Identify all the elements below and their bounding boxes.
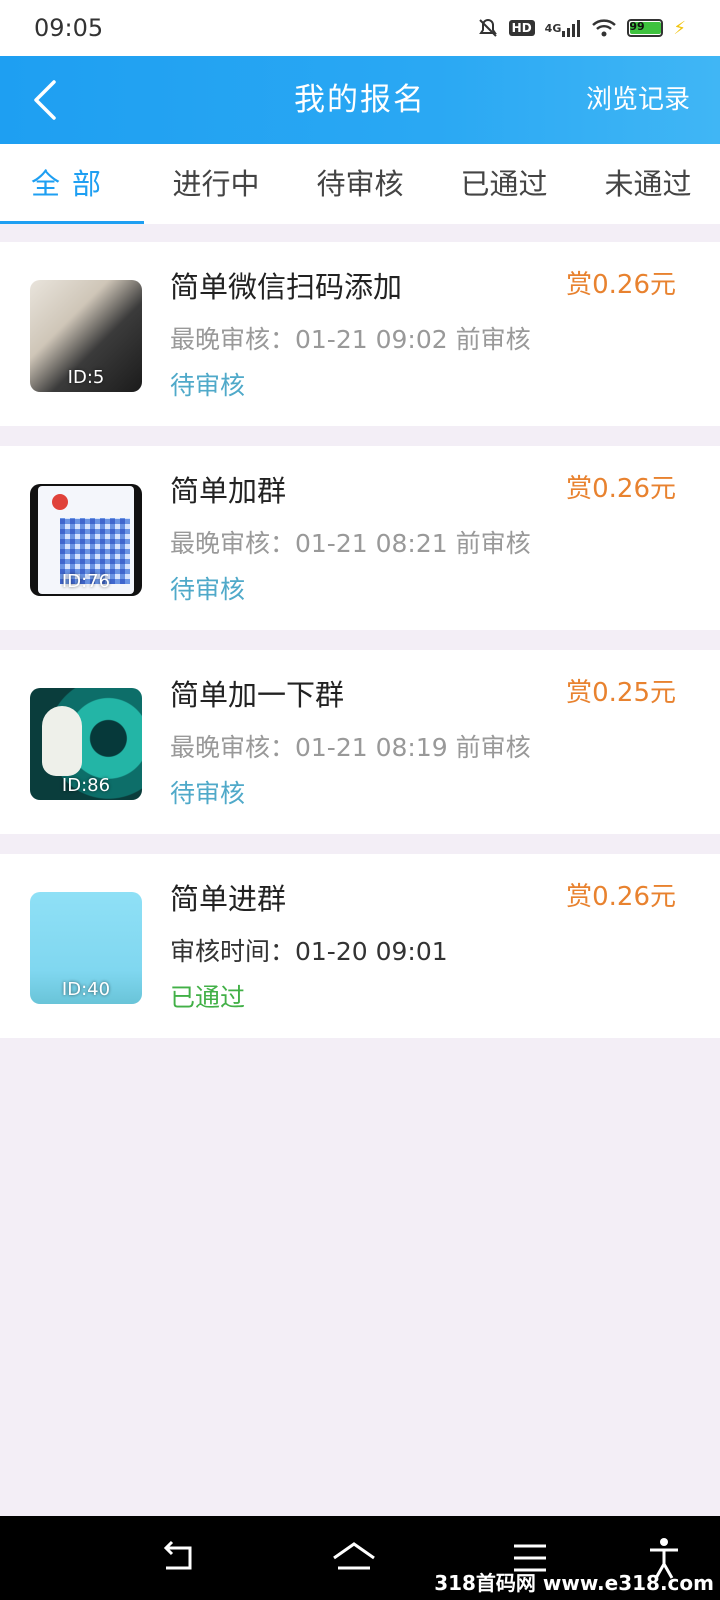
system-nav-bar: 318首码网 www.e318.com (0, 1516, 720, 1600)
task-status: 待审核 (170, 779, 246, 808)
browse-history-button[interactable]: 浏览记录 (586, 56, 690, 144)
status-bar: 09:05 HD 4G 99 ⚡ (0, 0, 720, 56)
task-name: 简单加群 (170, 474, 287, 508)
charging-icon: ⚡ (673, 17, 686, 39)
task-review-deadline: 最晚审核：01-21 08:19 前审核 (170, 733, 531, 762)
tab-rejected[interactable]: 未通过 (576, 144, 720, 224)
status-icons: HD 4G 99 ⚡ (477, 17, 686, 39)
task-name: 简单进群 (170, 882, 287, 916)
rabbit-figure (42, 706, 82, 776)
task-card[interactable]: ID:76 简单加群 赏0.26元 最晚审核：01-21 08:21 前审核 待… (0, 446, 720, 630)
task-id: ID:40 (61, 979, 111, 1000)
tab-all[interactable]: 全部 (0, 144, 144, 224)
task-name: 简单加一下群 (170, 678, 345, 712)
task-status: 待审核 (170, 371, 246, 400)
task-card[interactable]: ID:5 简单微信扫码添加 赏0.26元 最晚审核：01-21 09:02 前审… (0, 242, 720, 426)
task-id: ID:5 (67, 367, 105, 388)
task-review-deadline: 最晚审核：01-21 09:02 前审核 (170, 325, 531, 354)
task-thumbnail: ID:5 (30, 280, 142, 392)
status-time: 09:05 (34, 14, 104, 42)
task-status: 已通过 (170, 983, 246, 1012)
task-card[interactable]: ID:86 简单加一下群 赏0.25元 最晚审核：01-21 08:19 前审核… (0, 650, 720, 834)
app-bar: 我的报名 浏览记录 (0, 56, 720, 144)
task-status: 待审核 (170, 575, 246, 604)
task-reward: 赏0.25元 (566, 678, 676, 708)
tab-in-progress[interactable]: 进行中 (144, 144, 288, 224)
signal-icon: 4G (545, 19, 582, 37)
task-reward: 赏0.26元 (566, 882, 676, 912)
task-card[interactable]: ID:40 简单进群 赏0.26元 审核时间：01-20 09:01 已通过 (0, 854, 720, 1038)
task-id: ID:76 (61, 571, 111, 592)
avatar (52, 494, 68, 510)
task-thumbnail: ID:76 (30, 484, 142, 596)
filter-tabs: 全部 进行中 待审核 已通过 未通过 (0, 144, 720, 224)
mute-icon (477, 17, 499, 39)
task-thumbnail: ID:40 (30, 892, 142, 1004)
wifi-icon (591, 18, 617, 38)
tab-pending-review[interactable]: 待审核 (288, 144, 432, 224)
task-review-time: 审核时间：01-20 09:01 (170, 937, 448, 966)
hd-icon: HD (508, 20, 535, 36)
nav-back-button[interactable] (156, 1534, 204, 1582)
task-reward: 赏0.26元 (566, 270, 676, 300)
battery-icon: 99 (627, 19, 664, 37)
task-thumbnail: ID:86 (30, 688, 142, 800)
network-type: 4G (544, 21, 562, 35)
task-review-deadline: 最晚审核：01-21 08:21 前审核 (170, 529, 531, 558)
task-reward: 赏0.26元 (566, 474, 676, 504)
return-icon (163, 1540, 192, 1570)
task-list: ID:5 简单微信扫码添加 赏0.26元 最晚审核：01-21 09:02 前审… (0, 242, 720, 1058)
battery-level: 99 (629, 20, 645, 33)
task-id: ID:86 (61, 775, 111, 796)
tab-approved[interactable]: 已通过 (432, 144, 576, 224)
watermark: 318首码网 www.e318.com (434, 1571, 714, 1595)
home-icon (333, 1542, 375, 1570)
task-name: 简单微信扫码添加 (170, 270, 403, 304)
nav-home-button[interactable] (330, 1534, 378, 1582)
